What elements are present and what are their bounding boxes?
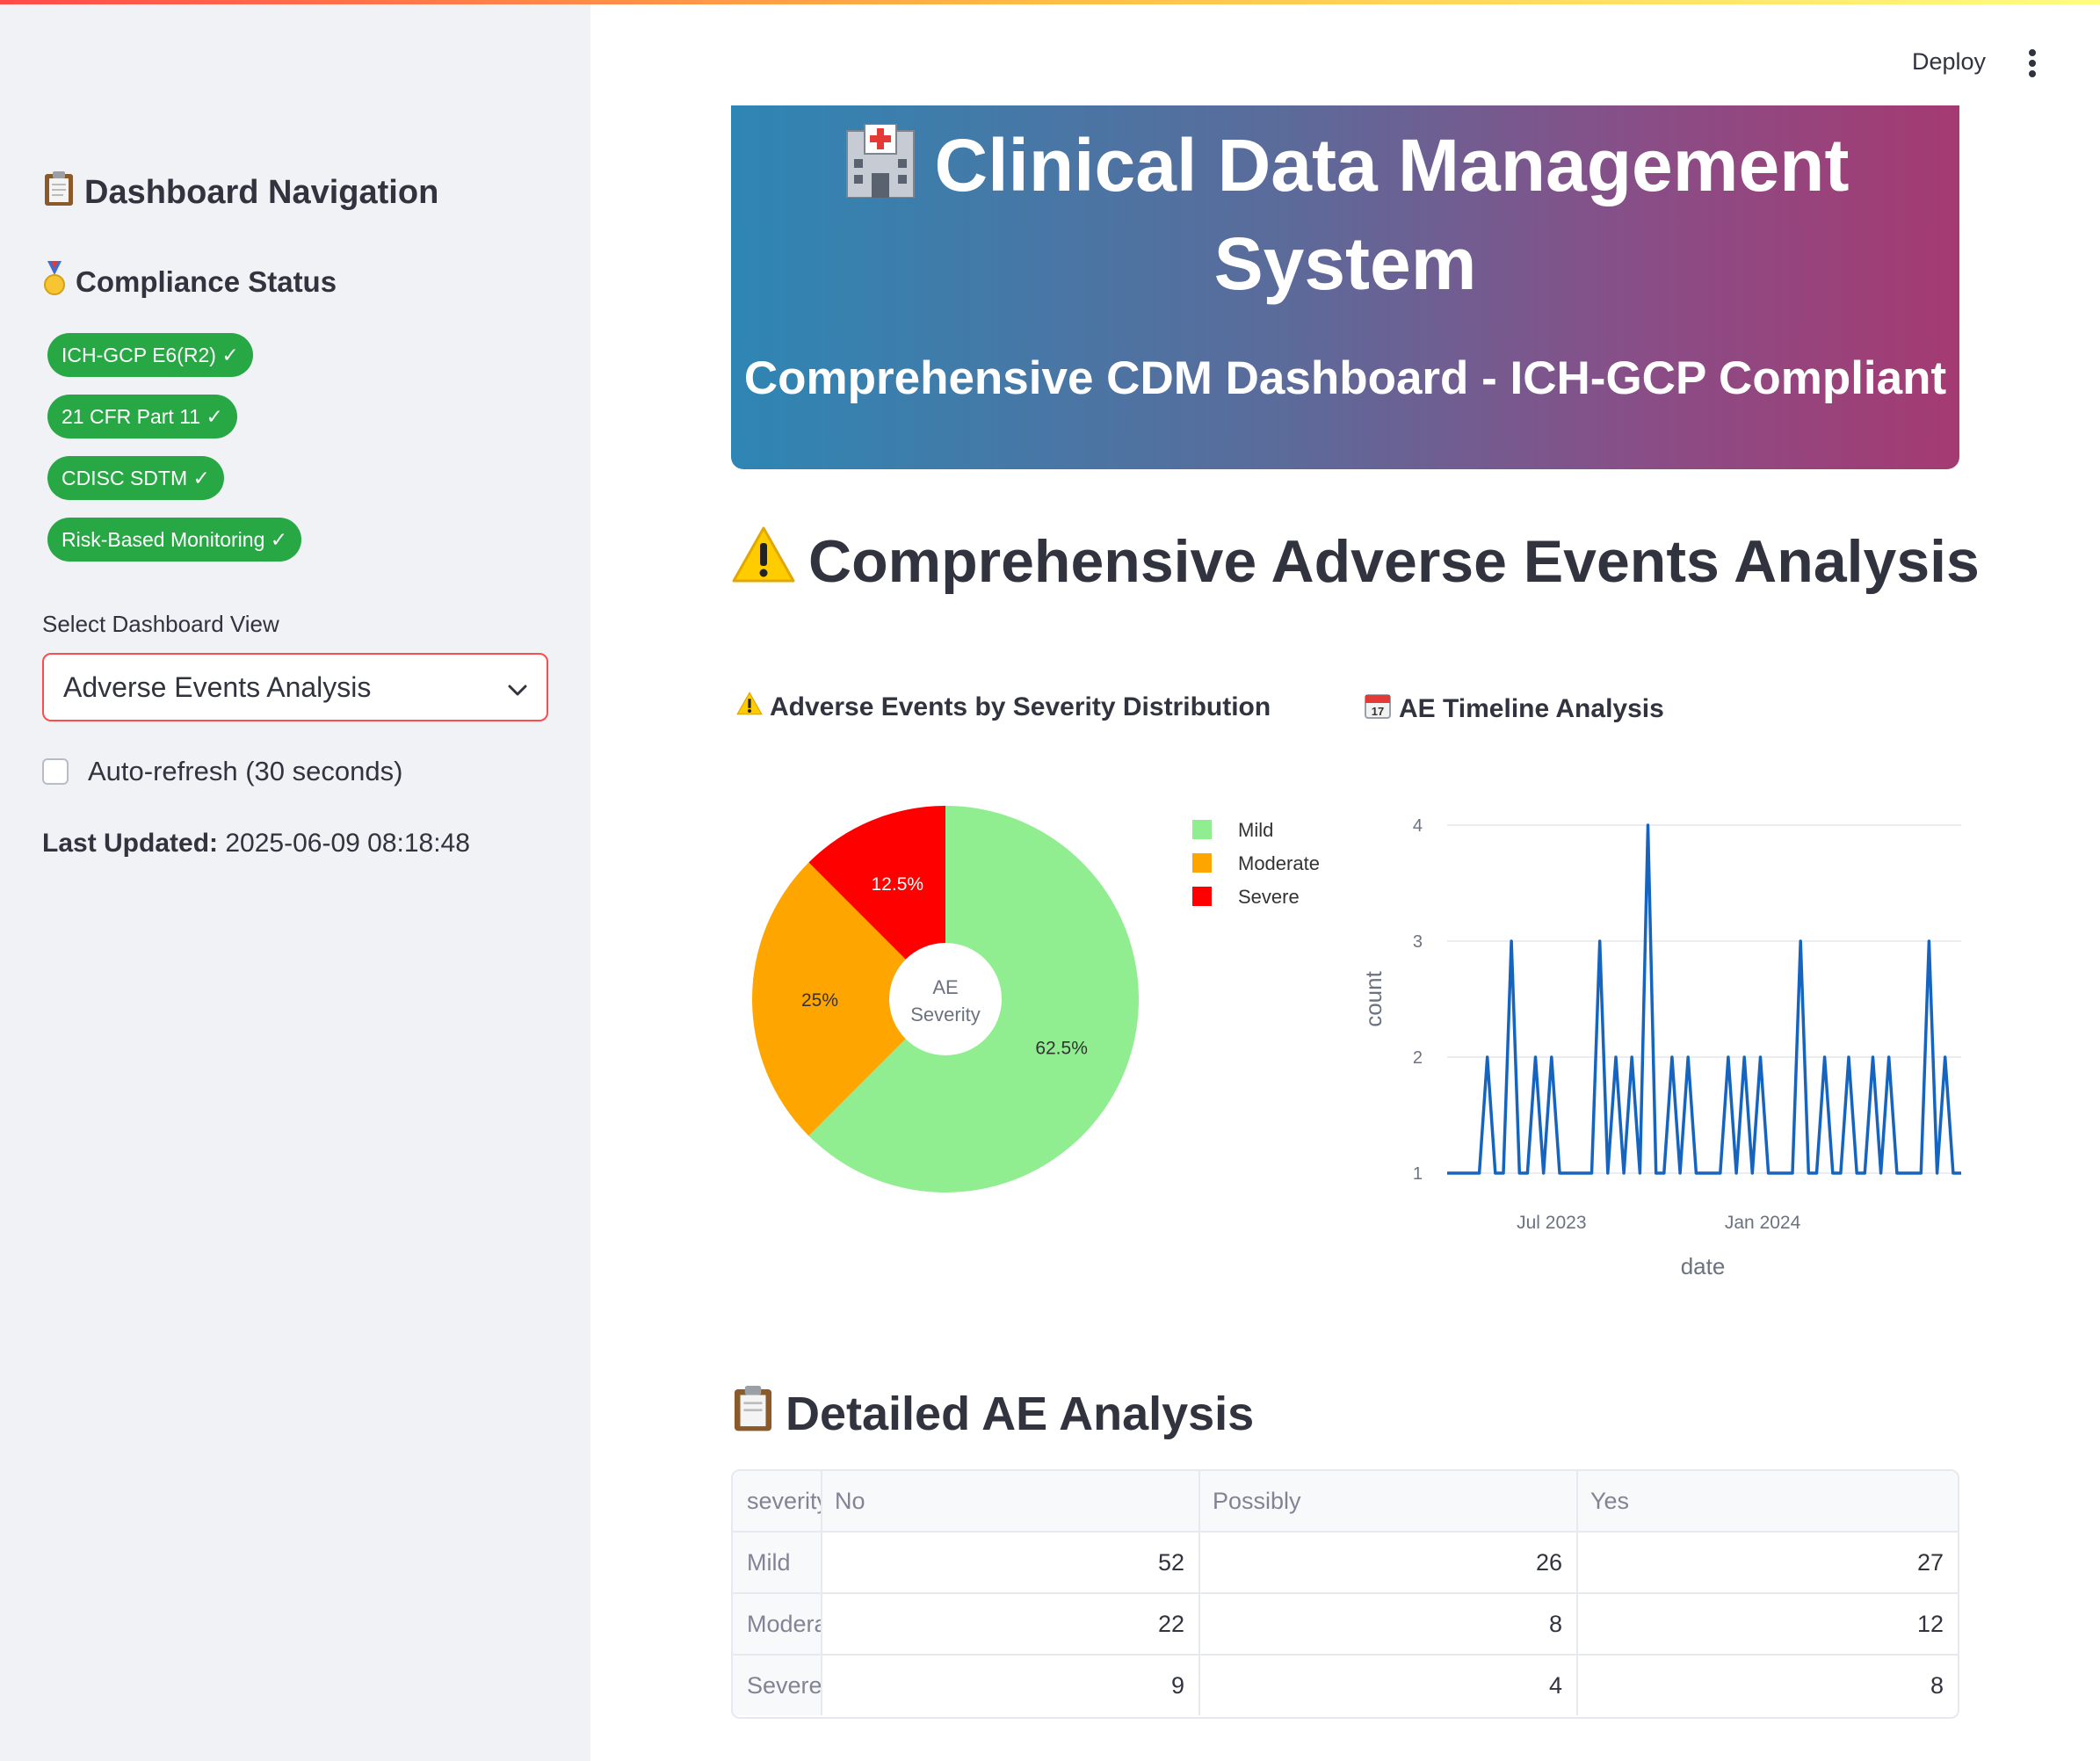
x-tick-label: Jan 2024 (1725, 1213, 1801, 1233)
pie-chart-heading: Adverse Events by Severity Distribution (736, 692, 1271, 722)
y-axis-label: count (1360, 970, 1387, 1026)
pie-value-label: 62.5% (1035, 1039, 1088, 1059)
banner-title-line2: System (1213, 222, 1477, 306)
y-tick-label: 2 (1413, 1048, 1423, 1068)
table-header-cell[interactable]: No (822, 1471, 1200, 1531)
timeline-series-line (1447, 823, 1961, 1175)
pie-hole-label: Severity (910, 1004, 980, 1025)
banner-title-line1: Clinical Data Management (934, 124, 1850, 207)
compliance-title: Compliance Status (76, 265, 337, 298)
last-updated-label: Last Updated: (42, 829, 219, 858)
legend-label: Severe (1238, 886, 1300, 908)
table-header-cell[interactable]: Possibly (1200, 1471, 1578, 1531)
table-cell[interactable]: 22 (822, 1594, 1200, 1654)
last-updated-value: 2025-06-09 08:18:48 (225, 829, 470, 858)
row-label: Mild (733, 1533, 822, 1592)
svg-text:17: 17 (1372, 705, 1384, 718)
legend-item-mild[interactable]: Mild (1192, 819, 1273, 841)
autorefresh-checkbox[interactable] (42, 758, 69, 785)
deploy-button[interactable]: Deploy (1912, 48, 1986, 76)
clipboard-icon (731, 1383, 775, 1444)
header-banner: Clinical Data Management System Comprehe… (731, 105, 1959, 469)
table-cell[interactable]: 8 (1200, 1594, 1578, 1654)
select-view-label: Select Dashboard View (42, 611, 279, 637)
compliance-heading: Compliance Status (42, 261, 337, 303)
table-cell[interactable]: 52 (822, 1533, 1200, 1592)
legend-label: Mild (1238, 819, 1273, 841)
table-row: Mild 52 26 27 (733, 1533, 1958, 1594)
pie-value-label: 25% (801, 990, 838, 1011)
table-cell[interactable]: 9 (822, 1656, 1200, 1715)
x-axis-label: date (1681, 1253, 1726, 1279)
y-tick-label: 3 (1413, 932, 1423, 952)
pie-chart-title: Adverse Events by Severity Distribution (770, 692, 1271, 721)
table-header-row: severity No Possibly Yes (733, 1471, 1958, 1533)
nav-heading: Dashboard Navigation (42, 170, 438, 215)
autorefresh-toggle[interactable]: Auto-refresh (30 seconds) (42, 756, 402, 787)
severity-pie-chart: AE Severity 62.5% 25% 12.5% Mild Moderate Se… (752, 806, 1320, 1192)
calendar-icon: 17 (1364, 692, 1392, 727)
more-options-icon[interactable] (2026, 48, 2038, 78)
table-header-cell[interactable]: severity (733, 1471, 822, 1531)
detail-title: Detailed AE Analysis (786, 1387, 1255, 1440)
table-cell[interactable]: 27 (1578, 1533, 1958, 1592)
hospital-icon (842, 123, 919, 218)
timeline-chart-title: AE Timeline Analysis (1399, 694, 1664, 723)
chevron-down-icon (508, 671, 527, 704)
table-cell[interactable]: 12 (1578, 1594, 1958, 1654)
section-heading: Comprehensive Adverse Events Analysis (731, 525, 1980, 598)
badge-cdisc: CDISC SDTM ✓ (47, 456, 224, 500)
banner-subtitle: Comprehensive CDM Dashboard - ICH-GCP Co… (743, 352, 1947, 404)
warning-icon (731, 525, 796, 598)
y-tick-label: 4 (1413, 816, 1423, 836)
warning-icon (736, 692, 763, 722)
legend-label: Moderate (1238, 852, 1320, 874)
ae-crosstab-table[interactable]: severity No Possibly Yes Mild 52 26 27 M… (731, 1469, 1959, 1719)
clipboard-icon (42, 170, 76, 215)
legend-swatch (1192, 853, 1212, 873)
badge-ich-gcp: ICH-GCP E6(R2) ✓ (47, 333, 253, 377)
autorefresh-label: Auto-refresh (30 seconds) (88, 756, 403, 786)
pie-value-label: 12.5% (872, 874, 924, 895)
section-title: Comprehensive Adverse Events Analysis (808, 528, 1980, 595)
y-tick-label: 1 (1413, 1164, 1423, 1184)
badge-rbm: Risk-Based Monitoring ✓ (47, 518, 302, 562)
legend-item-moderate[interactable]: Moderate (1192, 852, 1320, 874)
legend-item-severe[interactable]: Severe (1192, 886, 1300, 908)
pie-hole (889, 943, 1002, 1055)
nav-title: Dashboard Navigation (84, 173, 439, 211)
table-header-cell[interactable]: Yes (1578, 1471, 1958, 1531)
medal-icon (42, 261, 67, 303)
last-updated: Last Updated: 2025-06-09 08:18:48 (42, 829, 470, 859)
row-label: Severe (733, 1656, 822, 1715)
banner-title: Clinical Data Management System (731, 120, 1959, 309)
x-tick-label: Jul 2023 (1517, 1213, 1586, 1233)
table-row: Moderate 22 8 12 (733, 1594, 1958, 1656)
badge-21cfr: 21 CFR Part 11 ✓ (47, 395, 237, 438)
table-cell[interactable]: 26 (1200, 1533, 1578, 1592)
legend-swatch (1192, 820, 1212, 839)
ae-timeline-chart: 1 2 3 4 Jul 2023 Jan 2024 count date (1360, 816, 1961, 1279)
table-cell[interactable]: 4 (1200, 1656, 1578, 1715)
detail-heading: Detailed AE Analysis (731, 1383, 1254, 1444)
row-label: Moderate (733, 1594, 822, 1654)
legend-swatch (1192, 887, 1212, 906)
sidebar: Dashboard Navigation Compliance Status I… (0, 4, 590, 1761)
dashboard-view-select[interactable]: Adverse Events Analysis (42, 653, 548, 721)
table-row: Severe 9 4 8 (733, 1656, 1958, 1717)
pie-hole-label: AE (932, 976, 958, 998)
timeline-chart-heading: 17 AE Timeline Analysis (1364, 692, 1664, 727)
table-cell[interactable]: 8 (1578, 1656, 1958, 1715)
select-value: Adverse Events Analysis (63, 670, 372, 703)
